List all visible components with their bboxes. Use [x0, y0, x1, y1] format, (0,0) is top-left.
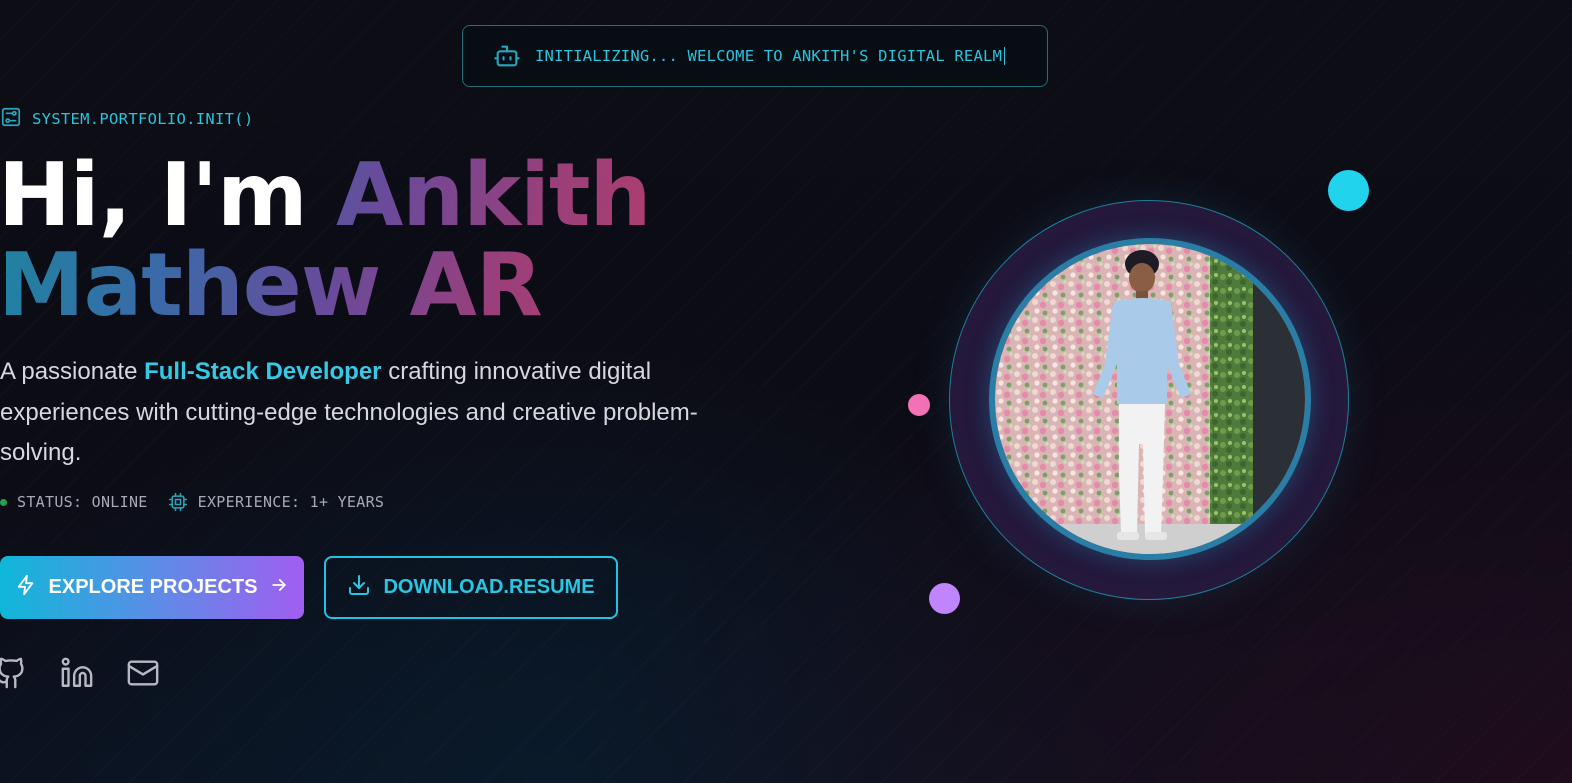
download-resume-label: DOWNLOAD.RESUME [383, 576, 595, 598]
status-bar: STATUS: ONLINE EXPERIENCE: 1+ YEARS [0, 492, 384, 512]
hero-title: Hi, I'm Ankith Mathew AR [0, 150, 651, 330]
description-highlight: Full-Stack Developer [144, 358, 382, 385]
decor-dot-pink [908, 394, 930, 416]
description-prefix: A passionate [0, 358, 138, 385]
email-link[interactable] [126, 656, 160, 690]
system-tag: SYSTEM.PORTFOLIO.INIT() [0, 106, 254, 132]
social-links [0, 656, 160, 690]
linkedin-link[interactable] [60, 656, 94, 690]
name-first: Ankith [335, 144, 651, 246]
hero-description: A passionate Full-Stack Developer crafti… [0, 352, 700, 474]
greeting: Hi, I'm [0, 144, 308, 246]
robot-icon [493, 42, 521, 70]
status-label: STATUS: ONLINE [17, 493, 148, 511]
welcome-banner: INITIALIZING... WELCOME TO ANKITH'S DIGI… [462, 25, 1048, 87]
github-link[interactable] [0, 656, 28, 690]
arrow-right-icon [269, 575, 289, 601]
system-tag-text: SYSTEM.PORTFOLIO.INIT() [32, 110, 254, 128]
explore-projects-button[interactable]: EXPLORE PROJECTS [0, 556, 304, 619]
settings-sliders-icon [0, 106, 22, 132]
linkedin-icon [60, 657, 94, 694]
explore-projects-label: EXPLORE PROJECTS [48, 576, 258, 598]
decor-dot-cyan [1328, 170, 1369, 211]
typing-cursor [1004, 47, 1006, 66]
download-resume-button[interactable]: DOWNLOAD.RESUME [324, 556, 618, 619]
mail-icon [126, 660, 160, 694]
cpu-icon [168, 492, 188, 512]
decor-dot-purple [929, 583, 960, 614]
status-online-dot [0, 498, 7, 506]
lightning-icon [15, 574, 37, 602]
github-icon [0, 657, 28, 694]
profile-photo [989, 238, 1311, 560]
banner-text: INITIALIZING... WELCOME TO ANKITH'S DIGI… [535, 47, 1006, 66]
experience-label: EXPERIENCE: 1+ YEARS [197, 493, 385, 511]
name-last: Mathew AR [0, 234, 543, 336]
download-icon [347, 573, 371, 603]
